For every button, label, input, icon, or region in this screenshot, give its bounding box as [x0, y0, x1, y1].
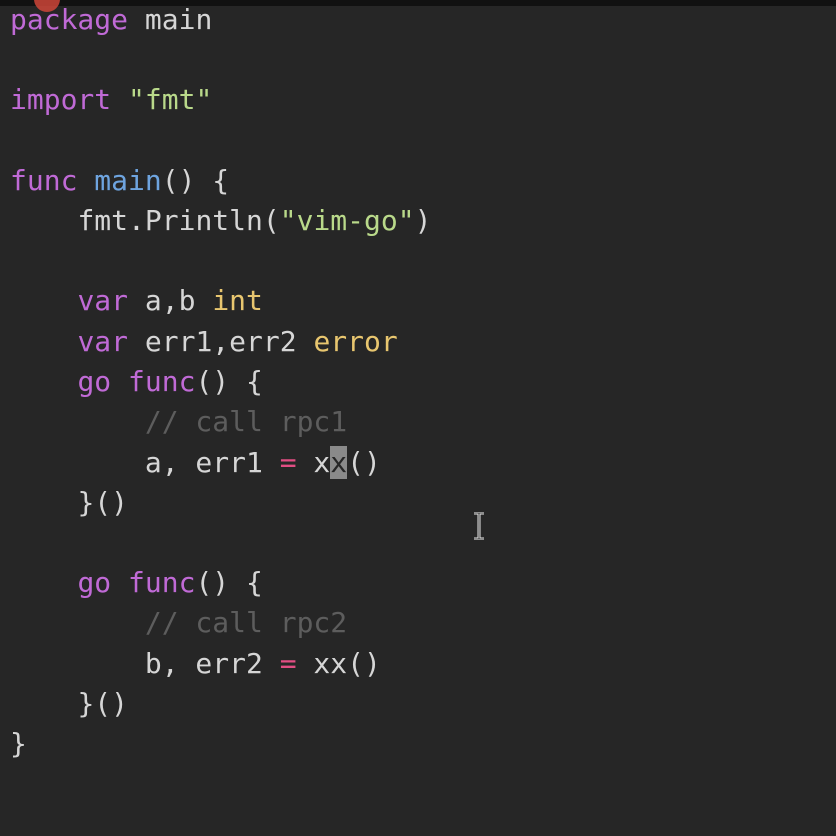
comment: // call rpc2 — [144, 606, 348, 639]
code-editor[interactable]: package main import "fmt" func main() { … — [0, 0, 836, 836]
keyword: go — [77, 365, 112, 398]
code-line-3: import "fmt" — [10, 80, 212, 120]
code-text: fmt.Println( — [77, 204, 280, 237]
package-name: main — [128, 3, 213, 36]
keyword: func — [10, 164, 78, 197]
code-text: ) — [414, 204, 432, 237]
code-text: } — [10, 727, 27, 760]
code-text: () { — [195, 365, 263, 398]
operator: = — [279, 647, 297, 680]
code-line-12: a, err1 = xx() — [10, 443, 381, 483]
keyword: func — [128, 566, 196, 599]
keyword: package — [10, 3, 129, 36]
code-line-6: fmt.Println("vim-go") — [10, 201, 431, 241]
code-line-19: } — [10, 724, 27, 764]
code-text: a, err1 — [144, 446, 280, 479]
string-literal: "vim-go" — [279, 204, 415, 237]
code-text: }() — [77, 486, 129, 519]
code-line-1: package main — [10, 0, 212, 40]
comment: // call rpc1 — [144, 405, 348, 438]
code-text: xx() — [296, 647, 381, 680]
code-text: () { — [161, 164, 230, 197]
text-cursor: x — [330, 446, 348, 479]
code-text: () { — [195, 566, 263, 599]
code-text: err1,err2 — [128, 325, 314, 358]
keyword: func — [128, 365, 196, 398]
code-line-11: // call rpc1 — [10, 402, 347, 442]
code-line-17: b, err2 = xx() — [10, 644, 381, 684]
type-name: error — [313, 325, 398, 358]
operator: = — [279, 446, 297, 479]
keyword: var — [77, 325, 129, 358]
code-line-8: var a,b int — [10, 281, 263, 321]
code-line-9: var err1,err2 error — [10, 322, 398, 362]
code-line-16: // call rpc2 — [10, 603, 347, 643]
code-line-13: }() — [10, 483, 128, 523]
function-name: main — [94, 164, 162, 197]
code-line-10: go func() { — [10, 362, 263, 402]
code-text: a,b — [128, 284, 213, 317]
code-text: x — [296, 446, 331, 479]
string-literal: "fmt" — [128, 83, 213, 116]
code-text: b, err2 — [144, 647, 280, 680]
code-text: }() — [77, 687, 129, 720]
keyword: import — [10, 83, 112, 116]
mouse-ibeam-icon — [474, 512, 484, 540]
keyword: go — [77, 566, 112, 599]
code-line-5: func main() { — [10, 161, 229, 201]
type-name: int — [212, 284, 263, 317]
code-line-15: go func() { — [10, 563, 263, 603]
code-line-18: }() — [10, 684, 128, 724]
code-text: () — [347, 446, 381, 479]
keyword: var — [77, 284, 129, 317]
